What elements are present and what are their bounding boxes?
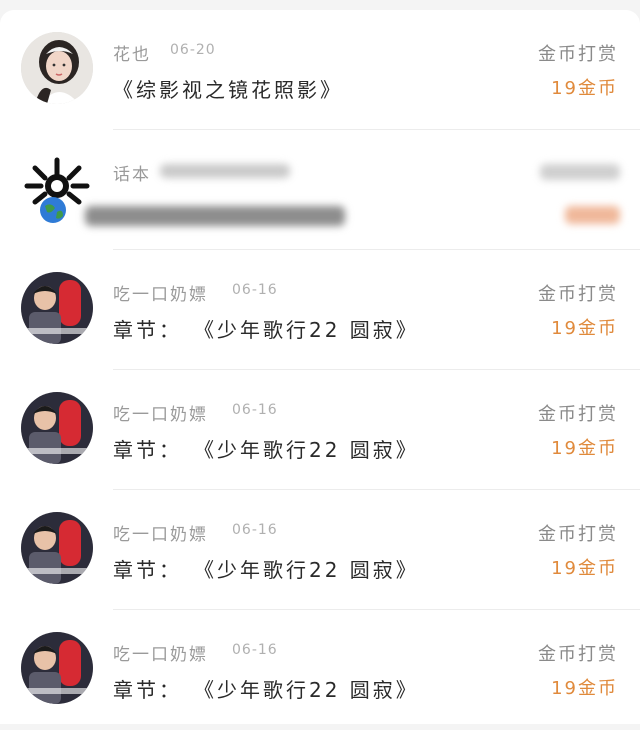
chapter-title-text: 《少年歌行22 圆寂》 — [204, 438, 419, 462]
avatar-boy-red-image — [21, 272, 93, 344]
chapter-prefix: 章节： — [113, 438, 182, 462]
list-item[interactable]: 吃一口奶嫖 06-16 章节： 《少年歌行22 圆寂》 金币打赏 19金币 — [0, 370, 640, 490]
avatar[interactable] — [21, 392, 93, 464]
avatar-logo-earth-image — [21, 152, 93, 224]
tip-amount: 19金币 — [551, 678, 618, 699]
tip-label: 金币打赏 — [538, 404, 618, 425]
tip-amount: 19金币 — [551, 78, 618, 99]
tip-list: 花也 06-20 《综影视之镜花照影》 金币打赏 19金币 话本 吃一口奶嫖 0… — [0, 10, 640, 724]
chapter-prefix: 章节： — [113, 558, 182, 582]
tip-label: 金币打赏 — [538, 44, 618, 65]
list-item[interactable]: 吃一口奶嫖 06-16 章节： 《少年歌行22 圆寂》 金币打赏 19金币 — [0, 250, 640, 370]
chapter-title[interactable]: 章节： 《少年歌行22 圆寂》 — [113, 674, 419, 703]
avatar[interactable] — [21, 632, 93, 704]
user-name[interactable]: 话本 — [113, 160, 151, 185]
blurred-title — [85, 206, 345, 226]
blurred-tip-amount — [565, 206, 620, 224]
tip-date: 06-16 — [232, 402, 278, 418]
avatar[interactable] — [21, 272, 93, 344]
blurred-tip-label — [540, 164, 620, 180]
user-name[interactable]: 吃一口奶嫖 — [113, 400, 208, 425]
user-name[interactable]: 吃一口奶嫖 — [113, 520, 208, 545]
book-title[interactable]: 《综影视之镜花照影》 — [113, 74, 343, 103]
list-item[interactable]: 吃一口奶嫖 06-16 章节： 《少年歌行22 圆寂》 金币打赏 19金币 — [0, 610, 640, 730]
list-item[interactable]: 花也 06-20 《综影视之镜花照影》 金币打赏 19金币 — [0, 10, 640, 130]
tip-date: 06-16 — [232, 522, 278, 538]
avatar-boy-red-image — [21, 512, 93, 584]
avatar-boy-red-image — [21, 392, 93, 464]
avatar-girl-image — [21, 32, 93, 104]
tip-label: 金币打赏 — [538, 284, 618, 305]
tip-label: 金币打赏 — [538, 524, 618, 545]
avatar[interactable] — [21, 32, 93, 104]
tip-amount: 19金币 — [551, 558, 618, 579]
avatar-boy-red-image — [21, 632, 93, 704]
tip-amount: 19金币 — [551, 318, 618, 339]
chapter-title[interactable]: 章节： 《少年歌行22 圆寂》 — [113, 314, 419, 343]
tip-date: 06-16 — [232, 642, 278, 658]
avatar[interactable] — [21, 512, 93, 584]
chapter-prefix: 章节： — [113, 678, 182, 702]
avatar[interactable] — [21, 152, 93, 224]
chapter-title-text: 《少年歌行22 圆寂》 — [204, 678, 419, 702]
book-title-text: 《综影视之镜花照影》 — [113, 78, 343, 102]
tip-date: 06-20 — [170, 42, 216, 58]
list-item[interactable]: 吃一口奶嫖 06-16 章节： 《少年歌行22 圆寂》 金币打赏 19金币 — [0, 490, 640, 610]
tip-date: 06-16 — [232, 282, 278, 298]
chapter-title-text: 《少年歌行22 圆寂》 — [204, 318, 419, 342]
user-name[interactable]: 吃一口奶嫖 — [113, 640, 208, 665]
user-name[interactable]: 花也 — [113, 40, 151, 65]
chapter-prefix: 章节： — [113, 318, 182, 342]
tip-amount: 19金币 — [551, 438, 618, 459]
blurred-name — [160, 164, 290, 178]
chapter-title[interactable]: 章节： 《少年歌行22 圆寂》 — [113, 434, 419, 463]
chapter-title[interactable]: 章节： 《少年歌行22 圆寂》 — [113, 554, 419, 583]
user-name[interactable]: 吃一口奶嫖 — [113, 280, 208, 305]
chapter-title-text: 《少年歌行22 圆寂》 — [204, 558, 419, 582]
list-item[interactable]: 话本 — [0, 130, 640, 250]
tip-label: 金币打赏 — [538, 644, 618, 665]
